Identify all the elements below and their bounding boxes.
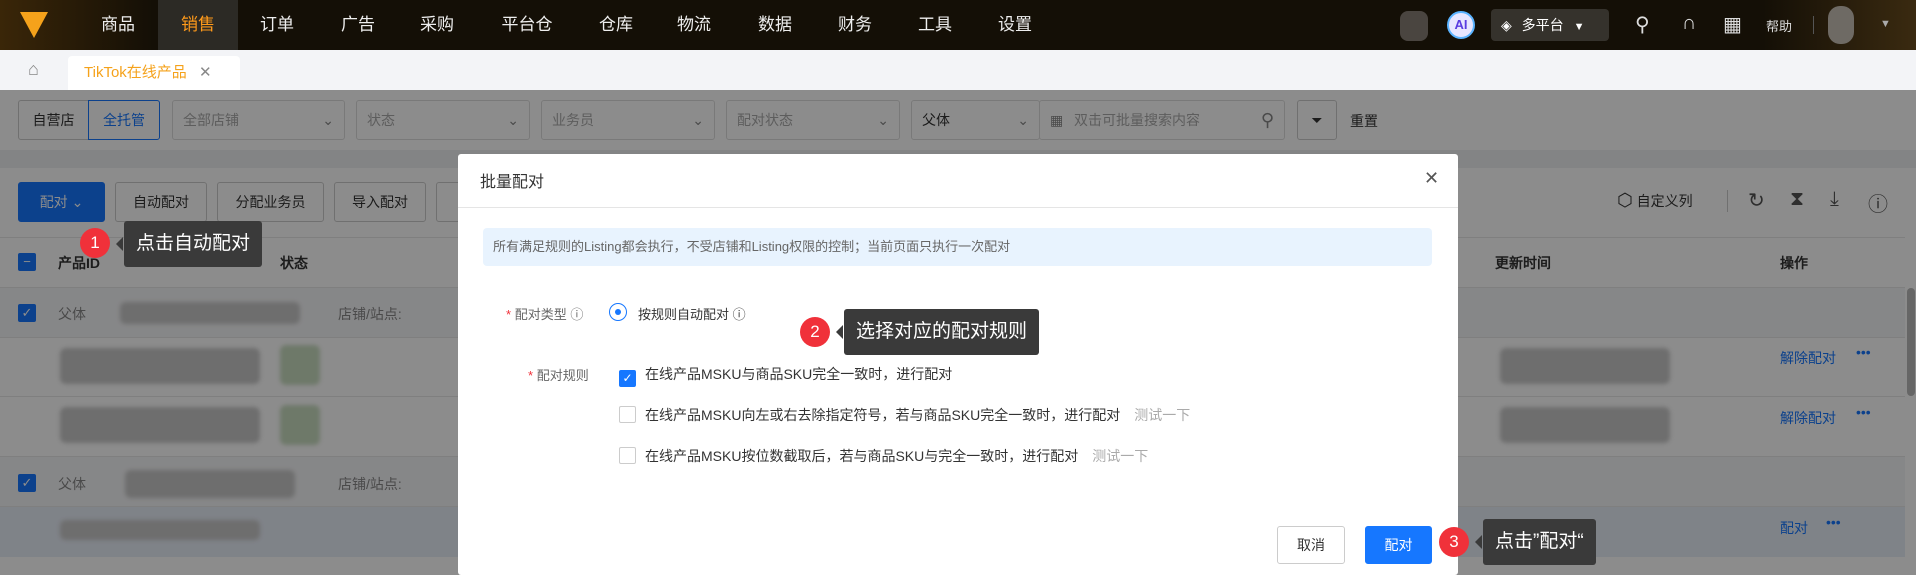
user-avatar[interactable] bbox=[1828, 6, 1854, 44]
confirm-match-button[interactable]: 配对 bbox=[1365, 526, 1432, 564]
divider bbox=[1813, 16, 1814, 34]
headset-icon[interactable]: ∩ bbox=[1682, 12, 1696, 35]
guide-tooltip-3: 点击”配对“ bbox=[1475, 519, 1596, 565]
test-link[interactable]: 测试一下 bbox=[1092, 448, 1148, 464]
caret-down-icon[interactable]: ▼ bbox=[1880, 18, 1891, 30]
caret-down-icon: ▼ bbox=[1573, 21, 1585, 33]
match-type-label: * 配对类型 ⓘ bbox=[506, 307, 584, 322]
radio-label: 按规则自动配对 ⓘ bbox=[638, 307, 746, 322]
nav-item-platform-warehouse[interactable]: 平台仓 bbox=[502, 0, 553, 50]
top-nav: 商品 销售 订单 广告 采购 平台仓 仓库 物流 数据 财务 工具 设置 AI … bbox=[0, 0, 1916, 50]
apps-icon[interactable]: ▦ bbox=[1723, 12, 1742, 37]
checkbox-checked[interactable]: ✓ bbox=[619, 370, 636, 387]
nav-item-ads[interactable]: 广告 bbox=[341, 0, 375, 50]
nav-item-products[interactable]: 商品 bbox=[101, 0, 135, 50]
nav-item-warehouse[interactable]: 仓库 bbox=[599, 0, 633, 50]
modal-title: 批量配对 bbox=[480, 174, 545, 191]
platform-icon: ◈ bbox=[1501, 17, 1512, 33]
rule-option-exact[interactable]: ✓ 在线产品MSKU与商品SKU完全一致时，进行配对 bbox=[619, 364, 952, 387]
checkbox[interactable] bbox=[619, 406, 636, 423]
nav-item-settings[interactable]: 设置 bbox=[998, 0, 1032, 50]
logo[interactable] bbox=[20, 12, 48, 38]
radio-rule-auto-match[interactable] bbox=[609, 303, 627, 321]
info-banner: 所有满足规则的Listing都会执行，不受店铺和Listing权限的控制；当前页… bbox=[483, 228, 1432, 266]
close-icon[interactable]: ✕ bbox=[1424, 168, 1439, 189]
ai-button[interactable]: AI bbox=[1447, 11, 1475, 39]
guide-tooltip-2: 选择对应的配对规则 bbox=[835, 309, 1040, 355]
cancel-button[interactable]: 取消 bbox=[1277, 526, 1345, 564]
match-rule-label: * 配对规则 bbox=[528, 368, 589, 383]
platform-switch[interactable]: ◈ 多平台 ▼ bbox=[1491, 9, 1609, 41]
nav-item-logistics[interactable]: 物流 bbox=[677, 0, 711, 50]
tab-bar: ⌂ TikTok在线产品 ✕ bbox=[0, 50, 1916, 90]
blurred-avatar bbox=[1400, 11, 1428, 41]
nav-item-orders[interactable]: 订单 bbox=[260, 0, 294, 50]
rule-option-truncate[interactable]: 在线产品MSKU按位数截取后，若与商品SKU与完全一致时，进行配对 测试一下 bbox=[619, 446, 1148, 466]
home-icon[interactable]: ⌂ bbox=[28, 59, 39, 80]
tab-label: TikTok在线产品 bbox=[84, 64, 187, 81]
help-icon: ⓘ bbox=[732, 307, 746, 322]
batch-match-modal: 批量配对 ✕ 所有满足规则的Listing都会执行，不受店铺和Listing权限… bbox=[458, 154, 1458, 575]
checkbox[interactable] bbox=[619, 447, 636, 464]
nav-item-finance[interactable]: 财务 bbox=[838, 0, 872, 50]
nav-item-sales[interactable]: 销售 bbox=[158, 0, 238, 50]
nav-item-purchase[interactable]: 采购 bbox=[420, 0, 454, 50]
rule-option-strip-symbol[interactable]: 在线产品MSKU向左或右去除指定符号，若与商品SKU完全一致时，进行配对 测试一下 bbox=[619, 405, 1190, 425]
close-icon[interactable]: ✕ bbox=[199, 64, 212, 81]
nav-item-data[interactable]: 数据 bbox=[758, 0, 792, 50]
test-link[interactable]: 测试一下 bbox=[1134, 407, 1190, 423]
tab-tiktok-products[interactable]: TikTok在线产品 ✕ bbox=[68, 56, 240, 90]
step-badge-3: 3 bbox=[1439, 527, 1469, 557]
help-icon: ⓘ bbox=[570, 307, 584, 322]
step-badge-1: 1 bbox=[80, 228, 110, 258]
divider bbox=[458, 207, 1458, 208]
search-icon[interactable]: ⚲ bbox=[1635, 12, 1650, 37]
step-badge-2: 2 bbox=[800, 317, 830, 347]
platform-label: 多平台 bbox=[1521, 17, 1564, 33]
guide-tooltip-1: 点击自动配对 bbox=[115, 221, 263, 267]
help-link[interactable]: 帮助 bbox=[1766, 16, 1792, 35]
nav-item-tools[interactable]: 工具 bbox=[918, 0, 952, 50]
